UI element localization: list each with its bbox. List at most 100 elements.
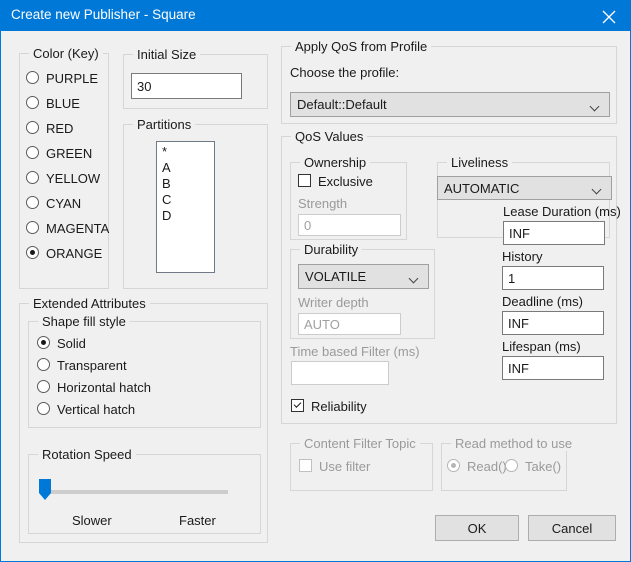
liveliness-legend: Liveliness <box>447 155 513 170</box>
radio-fill-transparent[interactable]: Transparent <box>36 357 127 374</box>
radio-fill-transparent-label: Transparent <box>57 358 127 373</box>
use-filter-checkbox-label: Use filter <box>319 459 371 474</box>
radio-color-orange-label: ORANGE <box>46 246 103 261</box>
liveliness-select-value: AUTOMATIC <box>444 180 520 196</box>
ok-button[interactable]: OK <box>435 515 519 541</box>
radio-fill-horizontal-hatch-label: Horizontal hatch <box>57 380 151 395</box>
radio-read-method-take-label: Take() <box>525 459 562 474</box>
reliability-checkbox-label: Reliability <box>311 399 367 414</box>
radio-color-red[interactable]: RED <box>25 120 73 137</box>
close-icon[interactable] <box>586 0 630 31</box>
color-key-group: Color (Key) PURPLE BLUE RED GREEN YELLOW… <box>19 46 109 289</box>
window-title: Create new Publisher - Square <box>11 7 196 22</box>
radio-read-method-take: Take() <box>504 458 561 475</box>
color-key-legend: Color (Key) <box>29 46 103 61</box>
radio-color-yellow[interactable]: YELLOW <box>25 170 100 187</box>
history-input[interactable]: 1 <box>502 266 604 290</box>
choose-profile-label: Choose the profile: <box>290 65 400 80</box>
create-publisher-dialog: Create new Publisher - Square Color (Key… <box>0 0 631 562</box>
radio-color-green[interactable]: GREEN <box>25 145 92 162</box>
shape-fill-style-legend: Shape fill style <box>38 314 130 329</box>
durability-select[interactable]: VOLATILE <box>298 264 429 289</box>
partitions-listbox[interactable]: * A B C D <box>156 141 215 273</box>
lifespan-label: Lifespan (ms) <box>502 339 581 354</box>
initial-size-input[interactable]: 30 <box>131 73 242 99</box>
radio-fill-solid[interactable]: Solid <box>36 335 86 352</box>
liveliness-select[interactable]: AUTOMATIC <box>437 176 612 200</box>
radio-fill-vertical-hatch[interactable]: Vertical hatch <box>36 401 135 418</box>
apply-qos-profile-legend: Apply QoS from Profile <box>291 39 432 54</box>
radio-fill-horizontal-hatch[interactable]: Horizontal hatch <box>36 379 151 396</box>
chevron-down-icon <box>410 275 419 280</box>
partitions-legend: Partitions <box>133 117 196 132</box>
time-based-filter-label: Time based Filter (ms) <box>290 344 420 359</box>
content-filter-topic-group: Content Filter Topic Use filter <box>290 436 433 491</box>
slider-thumb-tip <box>39 493 51 500</box>
rotation-speed-slider-thumb[interactable] <box>39 479 51 500</box>
profile-select-value: Default::Default <box>297 97 387 112</box>
lease-duration-label: Lease Duration (ms) <box>503 204 621 219</box>
initial-size-group: Initial Size 30 <box>123 47 268 109</box>
liveliness-group: Liveliness AUTOMATIC Lease Duration (ms)… <box>437 155 621 245</box>
qos-values-group: QoS Values Ownership Exclusive Strength … <box>281 129 621 424</box>
extended-attributes-legend: Extended Attributes <box>29 296 150 311</box>
history-label: History <box>502 249 543 264</box>
close-glyph <box>602 10 616 24</box>
profile-select[interactable]: Default::Default <box>290 92 610 117</box>
list-item[interactable]: A <box>162 160 214 176</box>
radio-color-purple[interactable]: PURPLE <box>25 70 98 87</box>
exclusive-checkbox-label: Exclusive <box>318 174 373 189</box>
durability-legend: Durability <box>300 242 363 257</box>
durability-select-value: VOLATILE <box>305 269 367 284</box>
content-filter-topic-legend: Content Filter Topic <box>300 436 420 451</box>
shape-fill-style-group: Shape fill style Solid Transparent Horiz… <box>28 314 261 428</box>
durability-group: Durability VOLATILE Writer depth AUTO <box>290 242 435 339</box>
list-item[interactable]: C <box>162 192 214 208</box>
radio-color-cyan[interactable]: CYAN <box>25 195 81 212</box>
lease-duration-input[interactable]: INF <box>503 221 605 245</box>
radio-color-magenta-label: MAGENTA <box>46 221 110 236</box>
list-item[interactable]: * <box>162 144 214 160</box>
extended-attributes-group: Extended Attributes Shape fill style Sol… <box>19 296 268 543</box>
radio-read-method-read: Read() <box>446 458 507 475</box>
time-based-filter-input <box>291 361 389 385</box>
rotation-speed-slider-track[interactable] <box>47 490 228 494</box>
chevron-down-icon <box>591 103 600 108</box>
rotation-speed-legend: Rotation Speed <box>38 447 136 462</box>
read-method-group: Read method to use Read() Take() <box>441 436 577 491</box>
ownership-group: Ownership Exclusive Strength 0 <box>290 155 407 240</box>
radio-color-green-label: GREEN <box>46 146 93 161</box>
exclusive-checkbox[interactable]: Exclusive <box>297 173 373 190</box>
rotation-speed-group: Rotation Speed Slower Faster <box>28 447 261 534</box>
reliability-checkbox[interactable]: Reliability <box>290 398 367 415</box>
strength-label: Strength <box>298 196 348 211</box>
radio-color-cyan-label: CYAN <box>46 196 82 211</box>
radio-color-blue[interactable]: BLUE <box>25 95 80 112</box>
lifespan-input[interactable]: INF <box>502 356 604 380</box>
radio-color-magenta[interactable]: MAGENTA <box>25 220 109 237</box>
strength-input: 0 <box>298 214 401 236</box>
radio-color-blue-label: BLUE <box>46 96 80 111</box>
use-filter-checkbox: Use filter <box>298 458 370 475</box>
slider-thumb-body <box>39 479 51 493</box>
rotation-speed-max-label: Faster <box>179 513 216 528</box>
radio-fill-solid-label: Solid <box>57 336 86 351</box>
list-item[interactable]: B <box>162 176 214 192</box>
cancel-button[interactable]: Cancel <box>528 515 616 541</box>
radio-color-purple-label: PURPLE <box>46 71 99 86</box>
title-bar: Create new Publisher - Square <box>1 0 630 31</box>
partitions-group: Partitions * A B C D <box>123 117 268 289</box>
list-item[interactable]: D <box>162 208 214 224</box>
deadline-input[interactable]: INF <box>502 311 604 335</box>
initial-size-legend: Initial Size <box>133 47 201 62</box>
radio-read-method-read-label: Read() <box>467 459 507 474</box>
radio-color-orange[interactable]: ORANGE <box>25 245 102 262</box>
writer-depth-input: AUTO <box>298 313 401 335</box>
rotation-speed-min-label: Slower <box>72 513 112 528</box>
read-method-legend: Read method to use <box>451 436 577 451</box>
qos-values-legend: QoS Values <box>291 129 368 144</box>
radio-color-red-label: RED <box>46 121 74 136</box>
writer-depth-label: Writer depth <box>298 295 369 310</box>
radio-color-yellow-label: YELLOW <box>46 171 101 186</box>
apply-qos-profile-group: Apply QoS from Profile Choose the profil… <box>281 39 617 124</box>
